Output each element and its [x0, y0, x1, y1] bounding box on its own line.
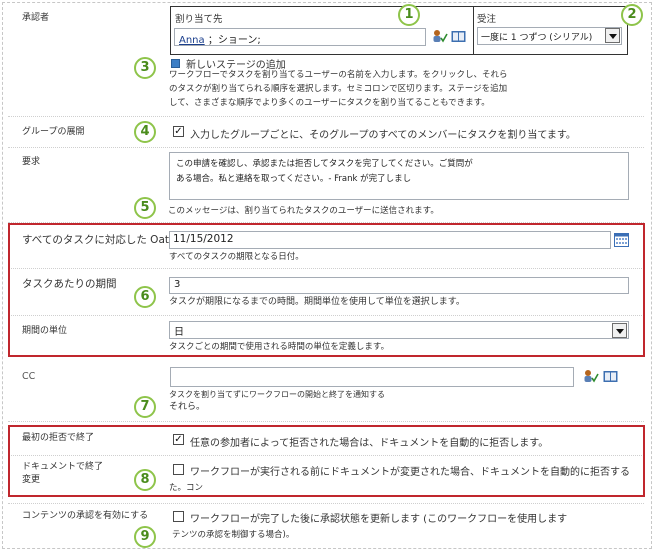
assignee-rest: ；ショーン;	[207, 35, 261, 46]
assign-to-input[interactable]: Anna ；ショーン;	[174, 28, 426, 46]
cc-label: CC	[22, 371, 36, 382]
callout-badge: 5	[134, 197, 156, 219]
approvers-label: 承認者	[22, 13, 50, 23]
assignee-name[interactable]: Anna	[179, 35, 205, 45]
separator	[8, 421, 644, 422]
order-select[interactable]: 一度に 1 つずつ (シリアル)	[477, 27, 622, 45]
callout-badge: 7	[134, 396, 156, 418]
expand-groups-text: 入力したグループごとに、そのグループのすべてのメンバーにタスクを割り当てます。	[190, 130, 576, 141]
expand-groups-checkbox[interactable]: ✓	[173, 126, 184, 137]
content-approval-checkbox[interactable]	[173, 511, 184, 522]
col-assign-header: 割り当て先	[175, 14, 223, 25]
order-dropdown-arrow-icon[interactable]	[605, 28, 620, 43]
cc-check-names-icon[interactable]	[583, 369, 599, 383]
callout-badge: 9	[134, 526, 156, 548]
col-order-header: 受注	[477, 14, 497, 25]
cc-help-line: タスクを割り当てずにワークフローの開始と終了を通知する	[169, 390, 385, 399]
callout-badge: 4	[134, 121, 156, 143]
approvers-help-line: のタスクが割り当てられる順序を選択します。セミコロンで区切ります。ステージを追加	[169, 84, 508, 94]
callout-badge: 8	[134, 469, 156, 491]
callout-badge: 3	[134, 57, 156, 79]
request-textarea[interactable]: この申請を確認し、承認または拒否してタスクを完了してください。ご質問が ある場合。…	[169, 152, 629, 200]
expand-groups-label: グループの展開	[22, 127, 85, 137]
cc-help: タスクを割り当てずにワークフローの開始と終了を通知する それら。	[169, 389, 385, 413]
content-approval-text-cont: テンツの承認を制御する場合)。	[172, 530, 295, 540]
approvers-help-line: して、さまざまな順序でより多くのユーザーにタスクを割り当てることもできます。	[169, 98, 490, 108]
callout-badge: 1	[398, 4, 420, 26]
approvers-help: ワークフローでタスクを割り当てるユーザーの名前を入力します。をクリックし、それら…	[169, 68, 507, 110]
separator	[8, 503, 644, 504]
table-divider	[473, 7, 474, 54]
cc-input[interactable]	[170, 367, 574, 387]
request-text-line: ある場合。私と連絡を取ってください。- Frank が完了しまし	[176, 174, 412, 184]
check-names-icon[interactable]	[432, 29, 448, 43]
order-select-value: 一度に 1 つずつ (シリアル)	[481, 33, 593, 43]
request-label: 要求	[22, 157, 41, 167]
address-book-icon[interactable]	[451, 30, 466, 43]
approvers-help-line: ワークフローでタスクを割り当てるユーザーの名前を入力します。をクリックし、それら	[169, 70, 508, 80]
highlight-box	[8, 425, 645, 497]
cc-help-line: それら。	[169, 402, 206, 412]
content-approval-text: ワークフローが完了した後に承認状態を更新します (このワークフローを使用します	[190, 514, 568, 525]
cc-address-book-icon[interactable]	[603, 370, 618, 383]
highlight-box	[8, 223, 645, 357]
request-help: このメッセージは、割り当てられたタスクのユーザーに送信されます。	[168, 206, 439, 216]
content-approval-label: コンテンツの承認を有効にする	[22, 511, 149, 521]
callout-badge: 2	[621, 4, 643, 26]
callout-badge: 6	[134, 286, 156, 308]
separator	[8, 116, 644, 117]
add-stage-icon[interactable]	[171, 59, 180, 68]
separator	[8, 147, 644, 148]
request-text-line: この申請を確認し、承認または拒否してタスクを完了してください。ご質問が	[176, 159, 473, 169]
